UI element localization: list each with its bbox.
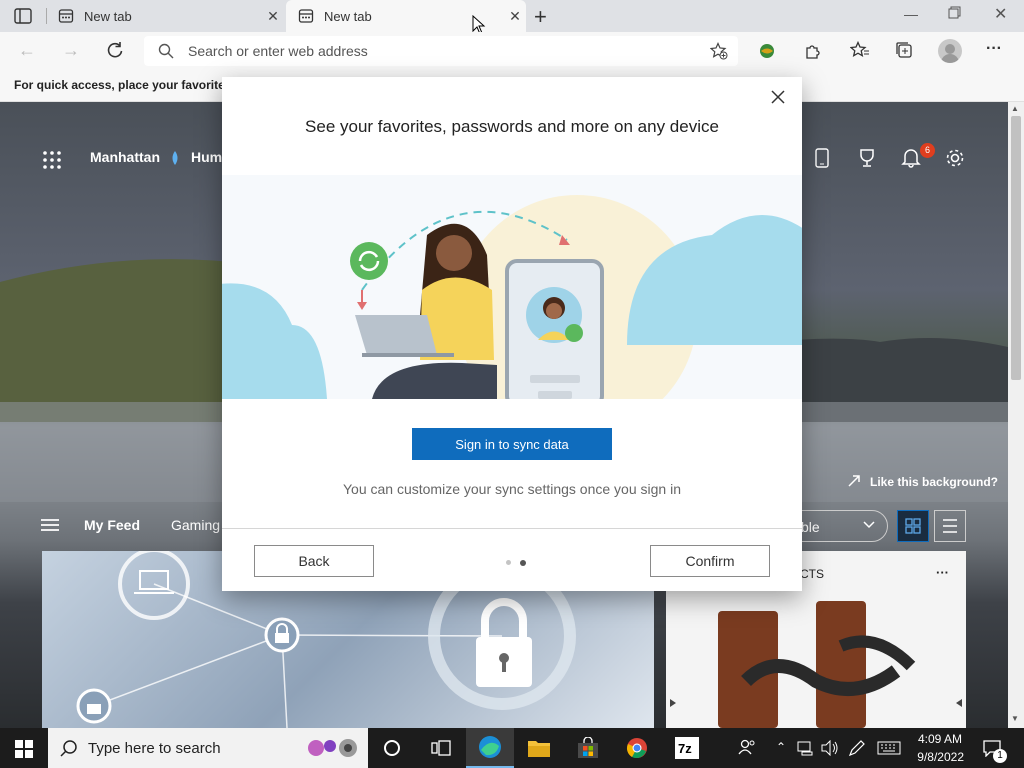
windows-start-icon[interactable] (15, 740, 33, 758)
feed-menu-icon[interactable] (41, 518, 59, 532)
scroll-down-arrow-icon[interactable]: ▼ (1011, 714, 1019, 723)
new-tab-favicon-icon (58, 8, 74, 24)
address-bar[interactable]: Search or enter web address (144, 36, 738, 66)
location-label[interactable]: Manhattan (90, 149, 160, 165)
back-button[interactable]: Back (254, 545, 374, 577)
close-window-button[interactable]: ✕ (994, 4, 1007, 24)
sign-in-sync-button[interactable]: Sign in to sync data (412, 428, 612, 460)
taskbar-search-placeholder: Type here to search (88, 740, 221, 757)
new-tab-favicon-icon (298, 8, 314, 24)
edge-icon (479, 736, 501, 758)
notification-bell-icon[interactable] (901, 148, 921, 168)
cortana-icon[interactable] (383, 739, 401, 757)
favorites-bar-hint: For quick access, place your favorites h (14, 78, 243, 92)
microsoft-store-icon[interactable] (577, 737, 599, 759)
search-icon (158, 43, 174, 59)
7zip-icon[interactable]: 7z (675, 737, 699, 759)
grid-layout-button[interactable] (897, 510, 929, 542)
page-settings-gear-icon[interactable] (945, 148, 965, 168)
clock-time[interactable]: 4:09 AM (916, 732, 962, 746)
search-highlight-image (298, 734, 362, 762)
add-favorite-icon[interactable] (710, 42, 728, 60)
close-tab-icon[interactable]: ✕ (262, 8, 284, 25)
favorites-icon[interactable] (850, 41, 870, 59)
tab-label: New tab (84, 8, 132, 24)
close-dialog-icon[interactable] (770, 89, 786, 105)
svg-text:7z: 7z (678, 741, 692, 756)
forward-arrow-icon[interactable]: → (62, 40, 80, 61)
taskbar-edge-app[interactable] (466, 728, 514, 768)
tab-new-tab-1[interactable]: New tab ✕ (48, 0, 284, 32)
mobile-phone-icon[interactable] (815, 148, 829, 168)
expand-arrow-icon[interactable] (847, 474, 861, 488)
minimize-button[interactable]: — (904, 6, 918, 22)
tab-divider (46, 8, 47, 24)
apps-launcher-icon[interactable] (42, 150, 62, 170)
sync-settings-note: You can customize your sync settings onc… (342, 481, 681, 497)
profile-avatar[interactable] (938, 39, 962, 63)
settings-more-icon[interactable]: ··· (986, 40, 1002, 58)
feed-tab-gaming[interactable]: Gaming (171, 517, 220, 533)
people-icon[interactable] (738, 738, 756, 756)
back-arrow-icon[interactable]: ← (18, 40, 36, 61)
tab-new-tab-2-active[interactable]: New tab ✕ (286, 0, 526, 32)
feed-tab-my-feed[interactable]: My Feed (84, 517, 140, 533)
like-background-link[interactable]: Like this background? (870, 475, 998, 489)
chevron-down-icon (863, 521, 875, 529)
file-explorer-icon[interactable] (527, 738, 551, 758)
action-center-badge: 1 (993, 749, 1007, 763)
collections-icon[interactable] (895, 41, 913, 59)
refresh-icon[interactable] (106, 41, 124, 59)
pager-dot-2-active[interactable] (520, 560, 526, 566)
weather-text[interactable]: Hum (191, 149, 222, 165)
pager-dot-1[interactable] (506, 560, 511, 565)
sync-illustration (222, 175, 802, 399)
restore-button[interactable] (948, 6, 962, 20)
extensions-icon[interactable] (803, 42, 821, 60)
show-hidden-icons-chevron-icon[interactable]: ⌃ (776, 740, 786, 754)
volume-icon[interactable] (821, 740, 839, 756)
task-view-icon[interactable] (431, 739, 451, 757)
keyboard-icon[interactable] (877, 741, 901, 755)
rewards-trophy-icon[interactable] (857, 148, 877, 168)
extension-globe-icon[interactable] (758, 42, 776, 60)
sync-dialog: See your favorites, passwords and more o… (222, 77, 802, 591)
list-layout-button[interactable] (934, 510, 966, 542)
confirm-button[interactable]: Confirm (650, 545, 770, 577)
network-icon[interactable] (797, 740, 815, 756)
new-tab-button[interactable]: + (534, 4, 547, 30)
tab-actions-icon[interactable] (14, 8, 32, 24)
address-placeholder: Search or enter web address (188, 43, 368, 59)
dialog-title: See your favorites, passwords and more o… (305, 117, 719, 136)
pen-workspace-icon[interactable] (848, 739, 866, 757)
humidity-drop-icon (170, 151, 180, 165)
layout-select-value: ble (801, 519, 820, 535)
search-icon (60, 739, 78, 757)
scroll-up-arrow-icon[interactable]: ▲ (1011, 104, 1019, 113)
taskbar-search-box[interactable]: Type here to search (48, 728, 368, 768)
chrome-icon[interactable] (626, 737, 648, 759)
close-tab-icon[interactable]: ✕ (504, 8, 526, 25)
dialog-separator (222, 528, 802, 529)
scrollbar-thumb[interactable] (1011, 116, 1021, 380)
notification-badge: 6 (920, 143, 935, 158)
clock-date[interactable]: 9/8/2022 (912, 750, 964, 764)
